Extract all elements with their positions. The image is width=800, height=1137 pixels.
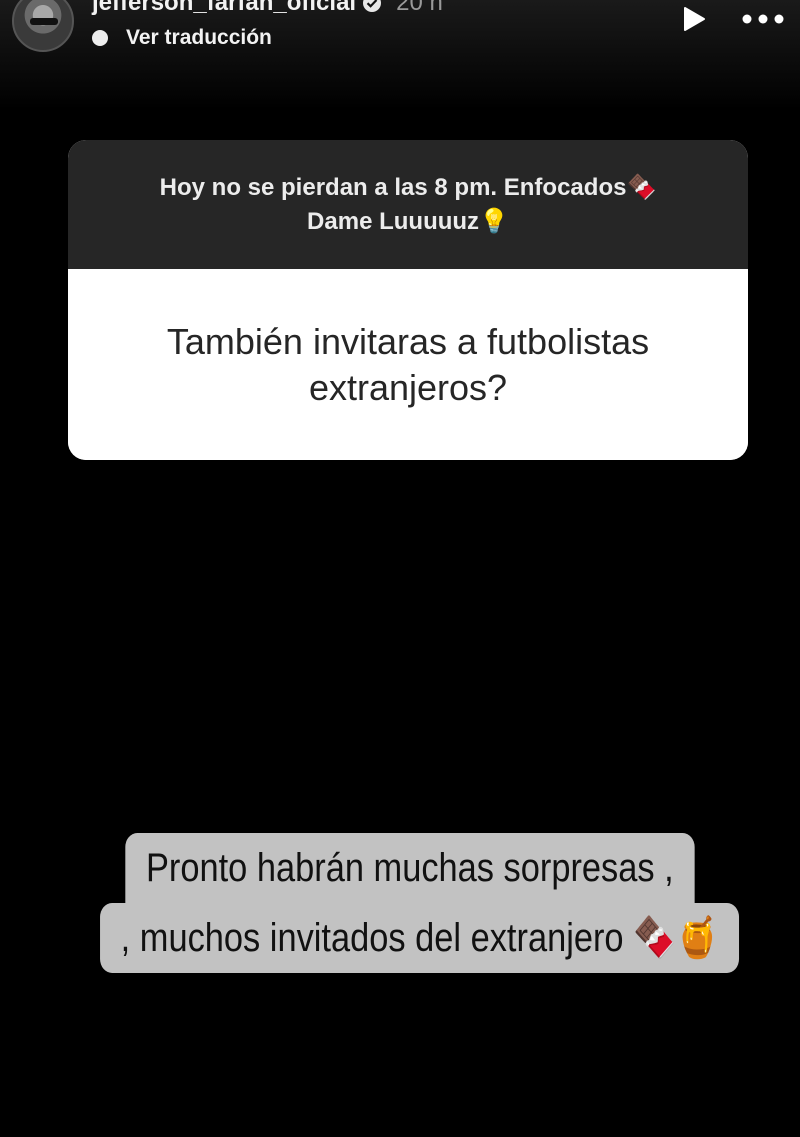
avatar-image-detail [30, 18, 58, 25]
question-prompt-line-2: Dame Luuuuuz💡 [307, 207, 509, 235]
username[interactable]: jefferson_farfan_oficial [92, 0, 356, 17]
question-prompt-text: Hoy no se pierdan a las 8 pm. Enfocados🍫… [108, 171, 708, 239]
question-sticker[interactable]: Hoy no se pierdan a las 8 pm. Enfocados🍫… [68, 140, 748, 460]
translate-label: Ver traducción [126, 26, 272, 49]
story-timestamp: 20 h [396, 0, 443, 16]
story-author-row: jefferson_farfan_oficial 20 h [92, 0, 443, 18]
verified-badge-icon [363, 0, 382, 12]
question-answer: También invitaras a futbolistas extranje… [68, 269, 748, 460]
play-icon[interactable] [680, 6, 706, 32]
reply-caption: Pronto habrán muchas sorpresas , , mucho… [48, 833, 772, 973]
translate-icon [92, 30, 108, 46]
question-prompt: Hoy no se pierdan a las 8 pm. Enfocados🍫… [68, 140, 748, 269]
question-prompt-line-1: Hoy no se pierdan a las 8 pm. Enfocados🍫 [159, 173, 657, 201]
more-options-icon[interactable] [740, 8, 786, 30]
reply-line-1: Pronto habrán muchas sorpresas , [125, 833, 695, 903]
reply-line-2: , muchos invitados del extranjero 🍫🍯 [100, 903, 740, 973]
translate-link[interactable]: Ver traducción [92, 24, 272, 52]
question-text: También invitaras a futbolistas extranje… [166, 320, 650, 408]
